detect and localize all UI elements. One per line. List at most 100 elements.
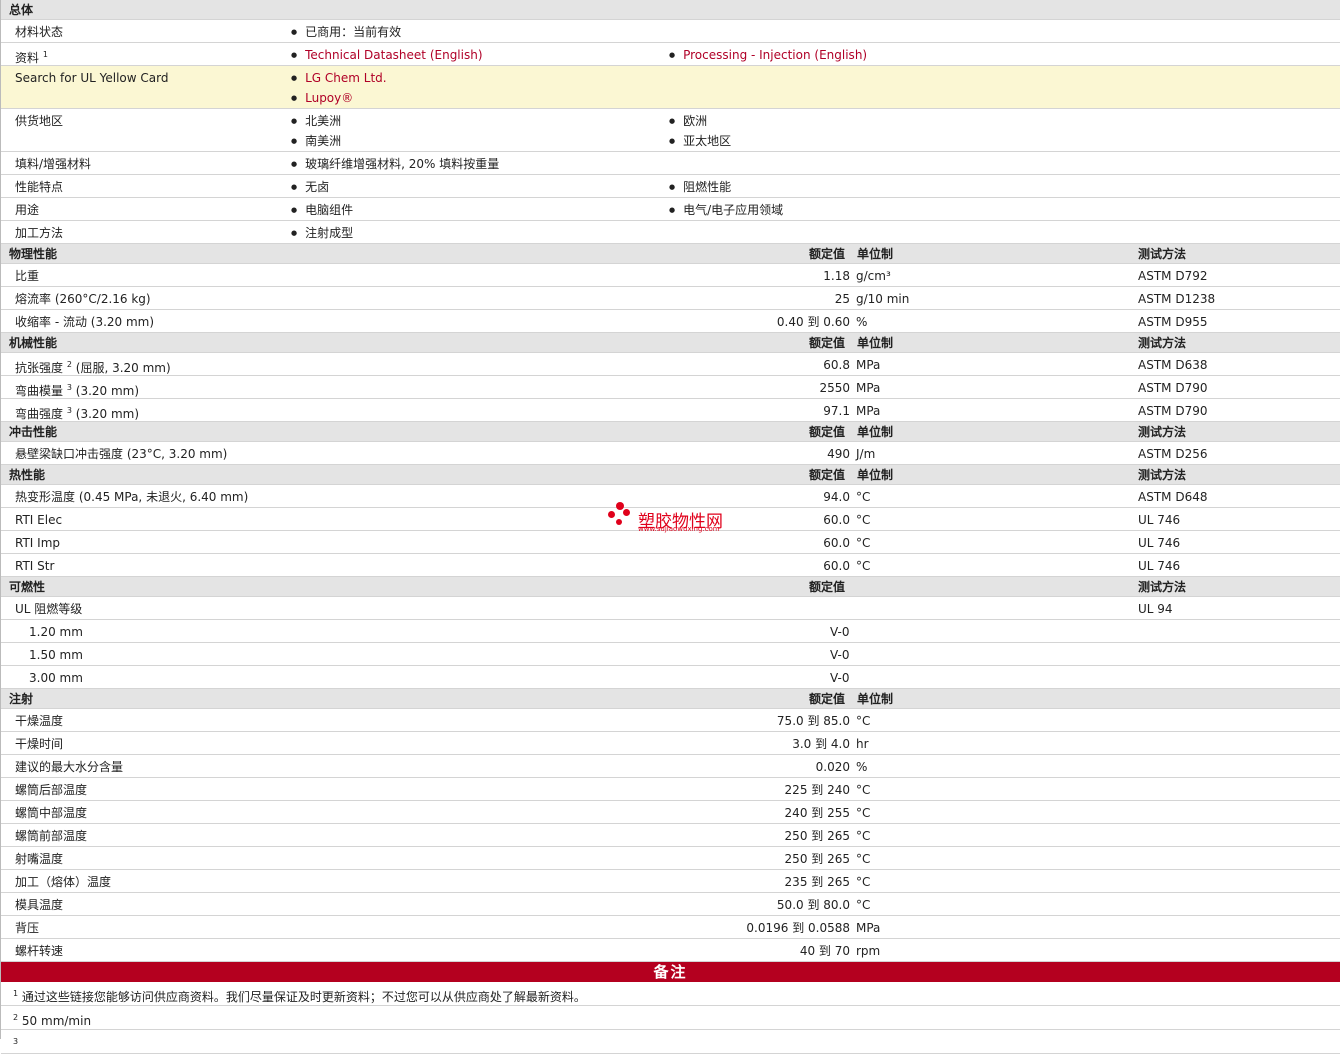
property-value: 60.8 xyxy=(823,358,850,372)
property-unit: MPa xyxy=(856,921,881,935)
data-row: 射嘴温度 250 到 265 °C xyxy=(1,847,1340,870)
data-row: 1.20 mm V-0 xyxy=(1,620,1340,643)
header-value: 额定值 xyxy=(809,247,846,261)
note-item: 3 xyxy=(1,1030,1340,1054)
data-row: 干燥时间 3.0 到 4.0 hr xyxy=(1,732,1340,755)
region-item: 北美洲 xyxy=(291,114,341,130)
property-label: 1.20 mm xyxy=(29,625,83,639)
doc-link-processing[interactable]: Processing - Injection (English) xyxy=(669,48,867,64)
use-item: 电脑组件 xyxy=(291,203,353,219)
property-value: 60.0 xyxy=(823,559,850,573)
property-unit: °C xyxy=(856,829,871,843)
property-value: 97.1 xyxy=(823,404,850,418)
data-row: 螺杆转速 40 到 70 rpm xyxy=(1,939,1340,962)
property-label: 1.50 mm xyxy=(29,648,83,662)
property-unit: °C xyxy=(856,898,871,912)
section-title: 冲击性能 xyxy=(9,425,58,439)
row-process: 加工方法 注射成型 xyxy=(1,221,1340,244)
header-method: 测试方法 xyxy=(1138,425,1187,439)
header-method: 测试方法 xyxy=(1138,336,1187,350)
data-row: 悬壁梁缺口冲击强度 (23°C, 3.20 mm) 490 J/m ASTM D… xyxy=(1,442,1340,465)
property-value: 94.0 xyxy=(823,490,850,504)
test-method: UL 746 xyxy=(1138,536,1181,550)
property-label: 螺筒中部温度 xyxy=(15,806,88,820)
row-label: 材料状态 xyxy=(15,25,64,39)
header-value: 额定值 xyxy=(809,580,846,594)
property-unit: % xyxy=(856,760,868,774)
property-unit: g/cm³ xyxy=(856,269,891,283)
watermark-url: www.sujiaowuxing.com xyxy=(638,525,720,533)
property-label: 干燥时间 xyxy=(15,737,64,751)
property-value: 3.0 到 4.0 xyxy=(792,737,850,751)
property-value: 240 到 255 xyxy=(784,806,850,820)
section-general-header: 总体 xyxy=(1,0,1340,20)
ul-link-company[interactable]: LG Chem Ltd. xyxy=(291,71,387,87)
property-unit: °C xyxy=(856,783,871,797)
feature-item: 无卤 xyxy=(291,180,329,196)
data-row: UL 阻燃等级 UL 94 xyxy=(1,597,1340,620)
test-method: ASTM D1238 xyxy=(1138,292,1216,306)
feature-item: 阻燃性能 xyxy=(669,180,731,196)
doc-link-datasheet[interactable]: Technical Datasheet (English) xyxy=(291,48,482,64)
property-unit: hr xyxy=(856,737,869,751)
test-method: ASTM D638 xyxy=(1138,358,1208,372)
test-method: ASTM D256 xyxy=(1138,447,1208,461)
property-label: RTI Imp xyxy=(15,536,60,550)
footnote-num: 2 xyxy=(13,1013,19,1022)
property-label: 弯曲模量 3 (3.20 mm) xyxy=(15,383,140,398)
row-features: 性能特点 无卤 阻燃性能 xyxy=(1,175,1340,198)
property-label: 比重 xyxy=(15,269,40,283)
header-unit: 单位制 xyxy=(857,468,894,482)
property-label: RTI Str xyxy=(15,559,55,573)
test-method: UL 746 xyxy=(1138,559,1181,573)
property-value: 40 到 70 xyxy=(799,944,850,958)
data-row: 建议的最大水分含量 0.020 % xyxy=(1,755,1340,778)
row-value: 已商用：当前有效 xyxy=(291,25,401,41)
data-row: 收缩率 - 流动 (3.20 mm) 0.40 到 0.60 % ASTM D9… xyxy=(1,310,1340,333)
header-method: 测试方法 xyxy=(1138,247,1187,261)
test-method: UL 746 xyxy=(1138,513,1181,527)
section-physical-header: 物理性能 额定值 单位制 测试方法 xyxy=(1,244,1340,264)
property-label: 熔流率 (260°C/2.16 kg) xyxy=(15,292,151,306)
property-label: 弯曲强度 3 (3.20 mm) xyxy=(15,406,140,421)
data-row: 弯曲模量 3 (3.20 mm) 2550 MPa ASTM D790 xyxy=(1,376,1340,399)
footnote-ref: 3 xyxy=(66,406,72,415)
property-value: 50.0 到 80.0 xyxy=(776,898,850,912)
property-unit: °C xyxy=(856,513,871,527)
property-value: 1.18 xyxy=(823,269,850,283)
property-label: 模具温度 xyxy=(15,898,64,912)
property-label: 螺筒后部温度 xyxy=(15,783,88,797)
property-label: RTI Elec xyxy=(15,513,63,527)
footnote-ref: 3 xyxy=(66,383,72,392)
test-method: ASTM D955 xyxy=(1138,315,1208,329)
property-label: 射嘴温度 xyxy=(15,852,64,866)
test-method: ASTM D792 xyxy=(1138,269,1208,283)
header-value: 额定值 xyxy=(809,336,846,350)
row-label: 用途 xyxy=(15,203,40,217)
datasheet: 总体 材料状态 已商用：当前有效 资料 1 Technical Datashee… xyxy=(0,0,1340,1054)
row-value: 注射成型 xyxy=(291,226,353,242)
note-item: 1 通过这些链接您能够访问供应商资料。我们尽量保证及时更新资料；不过您可以从供应… xyxy=(1,982,1340,1006)
footnote-num: 1 xyxy=(13,989,19,998)
ul-link-brand[interactable]: Lupoy® xyxy=(291,91,353,107)
region-item: 南美洲 xyxy=(291,134,341,150)
data-row: 1.50 mm V-0 xyxy=(1,643,1340,666)
row-label: Search for UL Yellow Card xyxy=(15,71,169,85)
property-label: 悬壁梁缺口冲击强度 (23°C, 3.20 mm) xyxy=(15,447,228,461)
property-unit: °C xyxy=(856,875,871,889)
note-text: 通过这些链接您能够访问供应商资料。我们尽量保证及时更新资料；不过您可以从供应商处… xyxy=(21,990,586,1004)
row-filler: 填料/增强材料 玻璃纤维增强材料, 20% 填料按重量 xyxy=(1,152,1340,175)
footnote-ref: 2 xyxy=(66,360,72,369)
property-unit: g/10 min xyxy=(856,292,910,306)
property-unit: % xyxy=(856,315,868,329)
section-flammability-header: 可燃性 额定值 测试方法 xyxy=(1,577,1340,597)
row-label: 性能特点 xyxy=(15,180,64,194)
property-value: 250 到 265 xyxy=(784,829,850,843)
row-label: 资料 1 xyxy=(15,50,48,65)
section-title: 热性能 xyxy=(9,468,46,482)
data-row: RTI Imp 60.0 °C UL 746 xyxy=(1,531,1340,554)
data-row: 螺筒中部温度 240 到 255 °C xyxy=(1,801,1340,824)
test-method: UL 94 xyxy=(1138,602,1173,616)
footnote-ref: 1 xyxy=(42,50,48,59)
note-text: 50 mm/min xyxy=(21,1014,92,1028)
